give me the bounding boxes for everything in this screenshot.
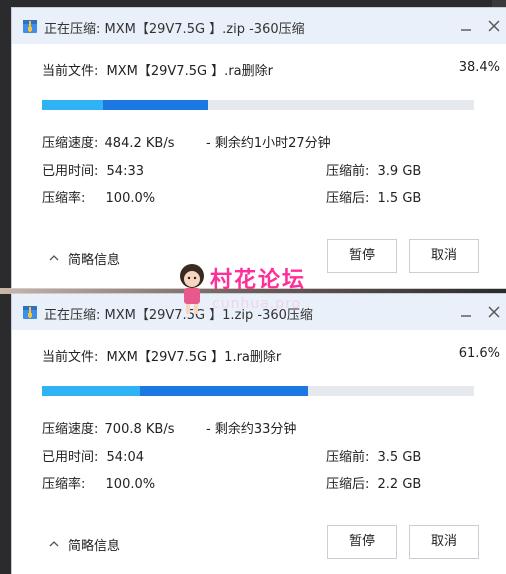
before-size-label: 压缩前: <box>326 450 370 465</box>
brief-info-label: 简略信息 <box>68 253 121 268</box>
compress-progress-window-2: 正在压缩: MXM【29V7.5G 】1.zip -360压缩 当前文件: MX… <box>12 294 506 574</box>
speed-row: 压缩速度: 484.2 KB/s <box>42 132 174 151</box>
current-file-name: MXM【29V7.5G 】1.ra删除r <box>106 350 282 365</box>
progress-fill-dark <box>140 386 308 396</box>
speed-label: 压缩速度: <box>42 136 99 151</box>
elapsed-value: 54:04 <box>106 450 144 465</box>
progress-percent: 61.6% <box>458 346 500 361</box>
after-size-label: 压缩后: <box>326 477 370 492</box>
chevron-up-icon <box>49 541 59 547</box>
ratio-value: 100.0% <box>105 191 156 206</box>
progress-fill-light <box>42 100 103 110</box>
elapsed-label: 已用时间: <box>42 450 99 465</box>
brief-info-toggle[interactable]: 简略信息 <box>48 535 120 554</box>
brief-info-label: 简略信息 <box>68 539 121 554</box>
after-size-label: 压缩后: <box>326 191 370 206</box>
forum-watermark: 村花论坛 cunhua.pro <box>176 260 336 320</box>
elapsed-value: 54:33 <box>106 164 144 179</box>
ratio-value: 100.0% <box>105 477 156 492</box>
pause-button[interactable]: 暂停 <box>327 239 397 273</box>
progress-bar <box>42 100 474 110</box>
current-file-label: 当前文件: <box>42 64 99 79</box>
speed-value: 484.2 KB/s <box>104 136 175 151</box>
remaining-time: - 剩余约1小时27分钟 <box>206 136 331 151</box>
before-size-value: 3.9 GB <box>377 164 422 179</box>
speed-label: 压缩速度: <box>42 422 99 437</box>
compress-progress-window-1: 正在压缩: MXM【29V7.5G 】.zip -360压缩 当前文件: MXM… <box>12 8 506 288</box>
current-file-label: 当前文件: <box>42 350 99 365</box>
elapsed-label: 已用时间: <box>42 164 99 179</box>
mascot-icon <box>180 264 204 314</box>
after-size-value: 1.5 GB <box>377 191 422 206</box>
brief-info-toggle[interactable]: 简略信息 <box>48 249 120 268</box>
zip-archive-icon <box>23 306 37 319</box>
current-file-row: 当前文件: MXM【29V7.5G 】1.ra删除r <box>42 346 281 365</box>
ratio-label: 压缩率: <box>42 477 86 492</box>
speed-row: 压缩速度: 700.8 KB/s <box>42 418 174 437</box>
minimize-icon[interactable] <box>456 302 476 322</box>
pause-button[interactable]: 暂停 <box>327 525 397 559</box>
progress-percent: 38.4% <box>458 60 500 75</box>
after-size-row: 压缩后: 2.2 GB <box>326 473 421 492</box>
progress-fill-light <box>42 386 140 396</box>
window-title: 正在压缩: MXM【29V7.5G 】.zip -360压缩 <box>44 22 305 37</box>
elapsed-row: 已用时间: 54:33 <box>42 160 144 179</box>
before-size-row: 压缩前: 3.9 GB <box>326 160 421 179</box>
before-size-value: 3.5 GB <box>377 450 422 465</box>
after-size-row: 压缩后: 1.5 GB <box>326 187 421 206</box>
chevron-up-icon <box>49 255 59 261</box>
after-size-value: 2.2 GB <box>377 477 422 492</box>
ratio-row: 压缩率: 100.0% <box>42 187 155 206</box>
zip-archive-icon <box>23 20 37 33</box>
progress-fill-dark <box>103 100 208 110</box>
watermark-url: cunhua.pro <box>212 296 302 312</box>
close-icon[interactable] <box>484 16 504 36</box>
current-file-name: MXM【29V7.5G 】.ra删除r <box>106 64 273 79</box>
elapsed-row: 已用时间: 54:04 <box>42 446 144 465</box>
before-size-row: 压缩前: 3.5 GB <box>326 446 421 465</box>
speed-value: 700.8 KB/s <box>104 422 175 437</box>
cancel-button[interactable]: 取消 <box>409 239 479 273</box>
close-icon[interactable] <box>484 302 504 322</box>
current-file-row: 当前文件: MXM【29V7.5G 】.ra删除r <box>42 60 273 79</box>
ratio-row: 压缩率: 100.0% <box>42 473 155 492</box>
cancel-button[interactable]: 取消 <box>409 525 479 559</box>
progress-bar <box>42 386 474 396</box>
ratio-label: 压缩率: <box>42 191 86 206</box>
remaining-time: - 剩余约33分钟 <box>206 422 297 437</box>
watermark-text: 村花论坛 <box>210 268 307 293</box>
title-bar[interactable]: 正在压缩: MXM【29V7.5G 】.zip -360压缩 <box>12 8 506 44</box>
minimize-icon[interactable] <box>456 16 476 36</box>
before-size-label: 压缩前: <box>326 164 370 179</box>
